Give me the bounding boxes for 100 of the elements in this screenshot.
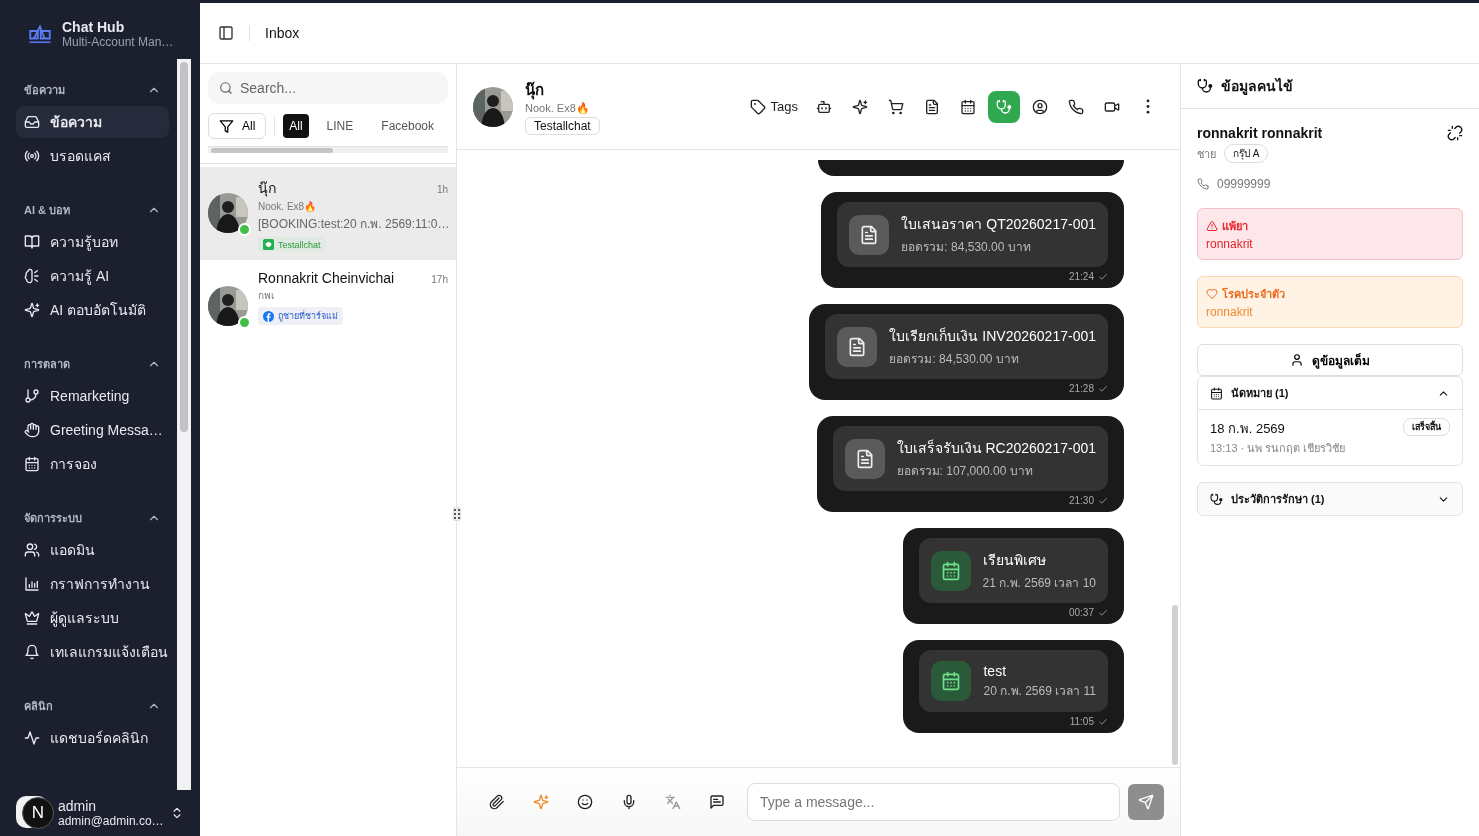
contact-subtitle: Nook. Ex8🔥 (258, 201, 318, 212)
calendar-icon (24, 456, 40, 472)
section-heading: AI & บอท (24, 203, 71, 218)
alert-title: แพ้ยา (1222, 219, 1248, 234)
section-header[interactable]: นัดหมาย (1) (1198, 377, 1462, 410)
nav-item[interactable]: AI ตอบอัตโนมัติ (16, 294, 169, 326)
unlink-icon[interactable] (1447, 125, 1463, 141)
contact-subtitle: Nook. Ex8🔥 (525, 102, 590, 115)
message-time: 21:24 (1068, 271, 1094, 282)
bell-icon (24, 644, 40, 660)
message-icon (709, 794, 725, 810)
nav-item[interactable]: บรอดแคส (16, 140, 169, 172)
channel-tab[interactable]: LINE (320, 114, 360, 138)
section-heading: การตลาด (24, 357, 70, 372)
calendar-icon (940, 560, 961, 581)
appointment-date: 18 ก.พ. 2569 (1210, 420, 1286, 438)
brain-icon (24, 268, 40, 284)
alert-value: ronnakrit (1206, 237, 1254, 251)
message-preview: [BOOKING:test:20 ก.พ. 2569:11:0… (258, 216, 448, 233)
contact-name: Ronnakrit Cheinvichai (258, 270, 395, 286)
pulse-icon (24, 730, 40, 746)
phone-icon (1197, 178, 1209, 190)
section-heading: จัดการระบบ (24, 511, 82, 526)
channel-tag: Testallchat (258, 237, 326, 252)
robot-icon (816, 98, 832, 115)
nav-item[interactable]: Greeting Messa… (16, 414, 169, 446)
tags-button[interactable]: Tags (745, 90, 802, 123)
user-icon (1290, 353, 1304, 367)
nav-item[interactable]: ข้อความ (16, 106, 169, 138)
message-subtitle: ยอดรวม: 107,000.00 บาท (896, 463, 1034, 480)
contact-subtitle: กพเ (258, 289, 275, 303)
tag-icon (749, 98, 766, 115)
users-icon (24, 542, 40, 558)
calendar-icon (960, 98, 976, 115)
filter-icon (219, 118, 234, 134)
nav-item[interactable]: กราฟการทำงาน (16, 568, 169, 600)
document-icon (924, 98, 940, 115)
app-name: Chat Hub (62, 18, 126, 35)
bar-chart-icon (24, 576, 40, 592)
gender-label: ชาย (1197, 146, 1216, 162)
message-title: ใบเสร็จรับเงิน RC20260217-001 (896, 438, 1096, 458)
calendar-icon (1210, 386, 1223, 400)
microphone-icon (621, 794, 637, 810)
nav-item[interactable]: ความรู้บอท (16, 226, 169, 258)
message-subtitle: ยอดรวม: 84,530.00 บาท (901, 239, 1032, 256)
chat-app-icon (263, 239, 274, 250)
alert-title: โรคประจำตัว (1222, 286, 1285, 302)
sparkle-icon (533, 794, 549, 810)
user-name: admin (58, 798, 98, 814)
message-input[interactable]: Type a message... (747, 783, 1120, 821)
resize-handle[interactable] (453, 507, 461, 521)
crown-icon (24, 610, 40, 626)
calendar-icon (941, 671, 962, 691)
nav-item[interactable]: เทเลแกรมแจ้งเตือน (16, 636, 169, 668)
nav-item[interactable]: การจอง (16, 448, 169, 480)
section-heading: ข้อความ (24, 83, 65, 98)
view-details-button[interactable]: ดูข้อมูลเต็ม (1197, 344, 1463, 376)
translate-icon (665, 794, 681, 810)
phone-icon (1068, 98, 1084, 115)
message-subtitle: 20 ก.พ. 2569 เวลา 11 (983, 682, 1096, 700)
facebook-icon (263, 310, 274, 322)
page-title: Inbox (265, 25, 300, 41)
document-icon (847, 336, 868, 357)
nav-item[interactable]: ความรู้ AI (16, 260, 169, 292)
conversation-item[interactable]: Ronnakrit Cheinvichai 17h กพเ ถูชายที่ชาร์จแม่ (200, 260, 456, 334)
contact-tag: Testallchat (525, 117, 600, 135)
stethoscope-icon (996, 98, 1012, 115)
scrollbar-thumb[interactable] (211, 148, 333, 153)
stethoscope-icon (1197, 78, 1213, 94)
message-subtitle: 21 ก.พ. 2569 เวลา 10 (982, 575, 1096, 592)
search-field[interactable]: Search... (208, 72, 448, 104)
nav-item[interactable]: Remarketing (16, 380, 169, 412)
section-header[interactable]: ประวัติการรักษา (1) (1198, 483, 1462, 515)
inbox-icon (24, 114, 40, 130)
search-icon (219, 81, 233, 95)
user-avatar: N (22, 797, 54, 829)
nav-item[interactable]: ผู้ดูแลระบบ (16, 602, 169, 634)
message-title: ใบเรียกเก็บเงิน INV20260217-001 (889, 326, 1096, 346)
sidebar-toggle-icon[interactable] (218, 25, 234, 41)
filter-button[interactable]: All (208, 113, 267, 139)
appointment-detail: 13:13 · นพ รนกฤต เชียรวิชัย (1210, 441, 1346, 456)
conversation-item[interactable]: นุ๊ก 1h Nook. Ex8🔥 [BOOKING:test:20 ก.พ. 2569:11:0… Testallchat (200, 167, 456, 260)
nav-item[interactable]: แอดมิน (16, 534, 169, 566)
hand-icon (24, 422, 40, 438)
channel-tab[interactable]: All (283, 114, 309, 138)
scrollbar-thumb[interactable] (180, 62, 188, 432)
alert-value: ronnakrit (1206, 305, 1254, 319)
channel-tag: ถูชายที่ชาร์จแม่ (258, 307, 343, 325)
branch-icon (24, 388, 40, 404)
channel-tab[interactable]: Facebook (375, 114, 440, 138)
heart-icon (1206, 288, 1218, 300)
send-button[interactable] (1128, 784, 1164, 820)
time-label: 1h (436, 184, 448, 195)
nav-item[interactable]: แดชบอร์ดคลินิก (16, 722, 169, 754)
scrollbar-thumb[interactable] (1172, 605, 1178, 765)
phone-number: 09999999 (1217, 177, 1271, 191)
message-subtitle: ยอดรวม: 84,530.00 บาท (889, 351, 1020, 368)
patient-name: ronnakrit ronnakrit (1197, 125, 1323, 141)
send-icon (1138, 794, 1154, 810)
app-subtitle: Multi-Account Man… (62, 34, 174, 49)
